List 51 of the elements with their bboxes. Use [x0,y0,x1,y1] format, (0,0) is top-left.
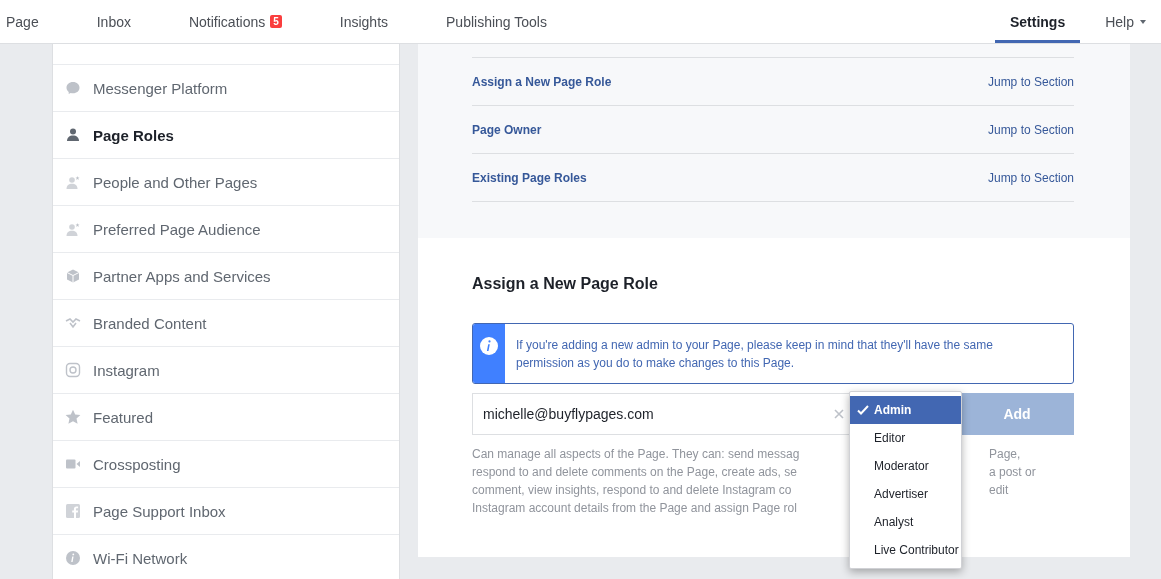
role-option[interactable]: Moderator [850,452,961,480]
person-icon [65,127,81,143]
role-option[interactable]: Analyst [850,508,961,536]
sidebar-item[interactable]: Partner Apps and Services [53,253,399,300]
nav-tab[interactable]: Insights [339,0,389,43]
nav-tab[interactable]: Notifications 5 [188,0,282,43]
nav-tab[interactable]: Page [6,0,39,43]
role-description: respond to and delete comments on the Page, create ads, se [472,464,798,481]
caret-icon [1140,19,1146,24]
sidebar-item[interactable]: Page Roles [53,112,399,159]
role-description: Instagram account details from the Page and assign Page rol [472,500,798,517]
checkmark-icon [857,405,869,415]
sidebar-item[interactable]: Crossposting [53,441,399,488]
star-icon [65,409,81,425]
sidebar-item[interactable]: Preferred Page Audience [53,206,399,253]
person-star-icon [65,221,81,237]
section-link[interactable]: Assign a New Page Role [472,74,612,89]
role-option[interactable]: Admin [850,396,961,424]
speech-bubble-icon [65,80,81,96]
section-link[interactable]: Page Owner [472,122,542,137]
notice-text: If you're adding a new admin to your Page, please keep in mind that they'll have the same permission as you do to make changes to this Page. [514,337,994,372]
notification-badge: 5 [270,15,282,28]
role-description: Page, [989,446,1021,463]
role-description: comment, view insights, respond to and delete Instagram co [472,482,793,499]
cube-icon [65,268,81,284]
role-option[interactable]: Live Contributor [850,536,961,564]
sidebar-item[interactable]: Branded Content [53,300,399,347]
role-description: a post or [989,464,1036,481]
sidebar-item[interactable]: Wi-Fi Network [53,535,399,579]
sidebar-item[interactable]: Featured [53,394,399,441]
jump-link[interactable]: Jump to Section [987,170,1074,185]
jump-link[interactable]: Jump to Section [987,74,1074,89]
nav-tab[interactable]: Help [1090,0,1161,43]
facebook-icon [65,503,81,519]
role-description: Can manage all aspects of the Page. They can: send messag [472,446,801,463]
sidebar-item[interactable]: Instagram [53,347,399,394]
clear-icon[interactable] [834,409,844,419]
info-icon [479,336,499,356]
sidebar-item[interactable]: Messenger Platform [53,65,399,112]
section-heading: Assign a New Page Role [472,275,659,293]
sidebar-item[interactable]: Page Support Inbox [53,488,399,535]
jump-link[interactable]: Jump to Section [987,122,1074,137]
camera-icon [65,362,81,378]
person-star-icon [65,174,81,190]
nav-tab[interactable]: Publishing Tools [446,0,547,43]
role-description: edit [989,482,1009,499]
nav-tab[interactable]: Inbox [96,0,131,43]
role-option[interactable]: Advertiser [850,480,961,508]
sidebar-item[interactable]: People and Other Pages [53,159,399,206]
info-icon [65,550,81,566]
section-link[interactable]: Existing Page Roles [472,170,587,185]
